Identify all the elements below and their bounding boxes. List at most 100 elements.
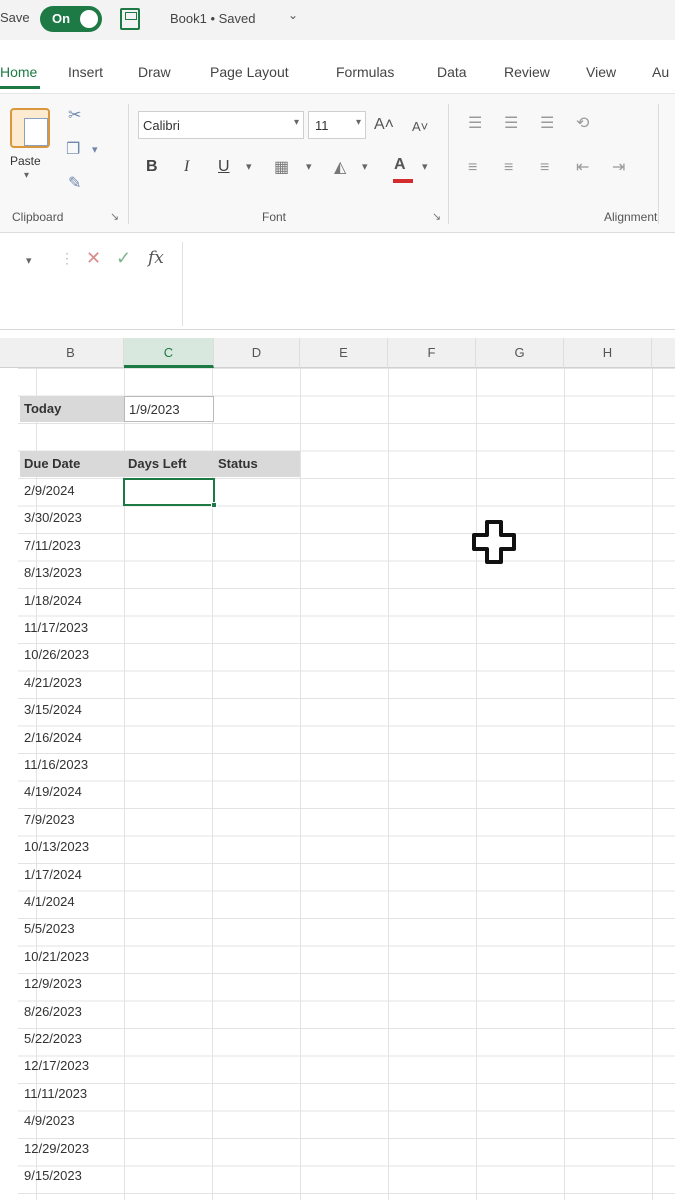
- tab-formulas[interactable]: Formulas: [336, 64, 394, 80]
- column-header-c[interactable]: C: [124, 338, 214, 368]
- tab-page-layout[interactable]: Page Layout: [210, 64, 289, 80]
- ribbon-tabs: Home Insert Draw Page Layout Formulas Da…: [0, 58, 675, 90]
- increase-font-size-button[interactable]: A˄: [374, 115, 394, 135]
- due-date-cell[interactable]: 4/9/2023: [20, 1108, 124, 1134]
- italic-button[interactable]: I: [184, 158, 189, 176]
- tab-draw[interactable]: Draw: [138, 64, 171, 80]
- save-icon[interactable]: [120, 8, 140, 30]
- autosave-state: On: [52, 11, 71, 26]
- borders-icon[interactable]: ▦: [274, 158, 289, 178]
- active-cell[interactable]: [123, 478, 217, 508]
- column-header-e[interactable]: E: [300, 338, 388, 368]
- font-color-dropdown-icon[interactable]: ▾: [422, 160, 428, 173]
- column-header-g[interactable]: G: [476, 338, 564, 368]
- tab-automate[interactable]: Au: [652, 64, 669, 80]
- due-date-cell[interactable]: 11/17/2023: [20, 615, 124, 641]
- due-date-cell[interactable]: 8/26/2023: [20, 999, 124, 1025]
- align-top-icon[interactable]: ☰: [468, 114, 482, 134]
- due-date-cell[interactable]: 4/1/2024: [20, 889, 124, 915]
- column-header-f[interactable]: F: [388, 338, 476, 368]
- today-label-cell[interactable]: Today: [20, 396, 124, 422]
- alignment-group-label: Alignment: [604, 210, 658, 224]
- paste-icon[interactable]: [10, 108, 50, 148]
- toggle-knob: [80, 10, 98, 28]
- align-right-icon[interactable]: ≡: [540, 158, 549, 178]
- font-name-value: Calibri: [143, 118, 180, 133]
- due-date-header-cell[interactable]: Due Date: [20, 451, 124, 477]
- font-color-button[interactable]: A: [394, 156, 406, 174]
- format-painter-icon[interactable]: ✎: [68, 174, 81, 194]
- due-date-cell[interactable]: 10/13/2023: [20, 834, 124, 860]
- today-value-cell[interactable]: 1/9/2023: [124, 396, 214, 422]
- due-date-cell[interactable]: 2/9/2024: [20, 478, 124, 504]
- cut-icon[interactable]: ✂: [68, 106, 81, 126]
- ribbon: Paste ▾ ✂ ❐ ▾ ✎ Clipboard ↘ Calibri ▾ 11…: [0, 93, 675, 233]
- column-header-d[interactable]: D: [214, 338, 300, 368]
- due-date-cell[interactable]: 12/29/2023: [20, 1136, 124, 1162]
- due-date-cell[interactable]: 1/18/2024: [20, 588, 124, 614]
- due-date-cell[interactable]: 12/17/2023: [20, 1053, 124, 1079]
- fill-color-icon[interactable]: ◭: [334, 158, 346, 178]
- tab-home[interactable]: Home: [0, 64, 37, 80]
- due-date-cell[interactable]: 10/21/2023: [20, 944, 124, 970]
- due-date-cell[interactable]: 8/13/2023: [20, 560, 124, 586]
- underline-dropdown-icon[interactable]: ▾: [246, 160, 252, 173]
- align-bottom-icon[interactable]: ☰: [540, 114, 554, 134]
- due-date-cell[interactable]: 7/11/2023: [20, 533, 124, 559]
- underline-button[interactable]: U: [218, 158, 230, 176]
- bold-button[interactable]: B: [146, 158, 158, 176]
- fill-handle[interactable]: [211, 502, 217, 508]
- increase-indent-icon[interactable]: ⇥: [612, 158, 625, 178]
- status-header-cell[interactable]: Status: [214, 451, 300, 477]
- font-name-dropdown[interactable]: Calibri ▾: [138, 111, 304, 139]
- due-date-cell[interactable]: 5/22/2023: [20, 1026, 124, 1052]
- borders-dropdown-icon[interactable]: ▾: [306, 160, 312, 173]
- formula-input[interactable]: [182, 242, 670, 326]
- cancel-icon[interactable]: ✕: [86, 248, 101, 269]
- due-date-cell[interactable]: 4/19/2024: [20, 779, 124, 805]
- insert-function-icon[interactable]: fx: [148, 248, 164, 268]
- align-center-icon[interactable]: ≡: [504, 158, 513, 178]
- due-date-cell[interactable]: 11/11/2023: [20, 1081, 124, 1107]
- tab-insert[interactable]: Insert: [68, 64, 103, 80]
- due-date-cell[interactable]: 12/9/2023: [20, 971, 124, 997]
- clipboard-launcher-icon[interactable]: ↘: [110, 210, 119, 223]
- font-size-value: 11: [315, 118, 329, 133]
- align-middle-icon[interactable]: ☰: [504, 114, 518, 134]
- orientation-icon[interactable]: ⟲: [576, 114, 589, 134]
- paste-dropdown-icon[interactable]: ▾: [24, 170, 29, 181]
- due-date-cell[interactable]: 4/21/2023: [20, 670, 124, 696]
- decrease-indent-icon[interactable]: ⇤: [576, 158, 589, 178]
- due-date-cell[interactable]: 5/5/2023: [20, 916, 124, 942]
- cell-select-cursor-icon: [472, 520, 516, 564]
- paste-button-label[interactable]: Paste: [10, 154, 41, 168]
- due-date-cell[interactable]: 7/9/2023: [20, 807, 124, 833]
- due-date-cell[interactable]: 11/16/2023: [20, 752, 124, 778]
- due-date-cell[interactable]: 3/15/2024: [20, 697, 124, 723]
- tab-view[interactable]: View: [586, 64, 616, 80]
- due-date-cell[interactable]: 10/26/2023: [20, 642, 124, 668]
- title-bar: Save On Book1 • Saved ⌄: [0, 0, 675, 40]
- tab-review[interactable]: Review: [504, 64, 550, 80]
- due-date-cell[interactable]: 1/17/2024: [20, 862, 124, 888]
- font-size-dropdown[interactable]: 11 ▾: [308, 111, 366, 139]
- name-box-dropdown-icon[interactable]: ▾: [26, 254, 32, 267]
- fill-color-dropdown-icon[interactable]: ▾: [362, 160, 368, 173]
- chevron-down-icon[interactable]: ⌄: [288, 8, 298, 22]
- column-headers: B C D E F G H: [0, 338, 675, 368]
- document-title[interactable]: Book1 • Saved: [170, 11, 256, 26]
- copy-dropdown-icon[interactable]: ▾: [92, 140, 98, 160]
- due-date-cell[interactable]: 3/30/2023: [20, 505, 124, 531]
- tab-data[interactable]: Data: [437, 64, 467, 80]
- column-header-h[interactable]: H: [564, 338, 652, 368]
- copy-icon[interactable]: ❐: [66, 140, 80, 160]
- due-date-cell[interactable]: 9/15/2023: [20, 1163, 124, 1189]
- enter-icon[interactable]: ✓: [116, 248, 131, 269]
- font-launcher-icon[interactable]: ↘: [432, 210, 441, 223]
- days-left-header-cell[interactable]: Days Left: [124, 451, 214, 477]
- autosave-toggle[interactable]: On: [40, 6, 102, 32]
- column-header-b[interactable]: B: [18, 338, 124, 368]
- due-date-cell[interactable]: 2/16/2024: [20, 725, 124, 751]
- align-left-icon[interactable]: ≡: [468, 158, 477, 178]
- decrease-font-size-button[interactable]: A˅: [412, 117, 428, 137]
